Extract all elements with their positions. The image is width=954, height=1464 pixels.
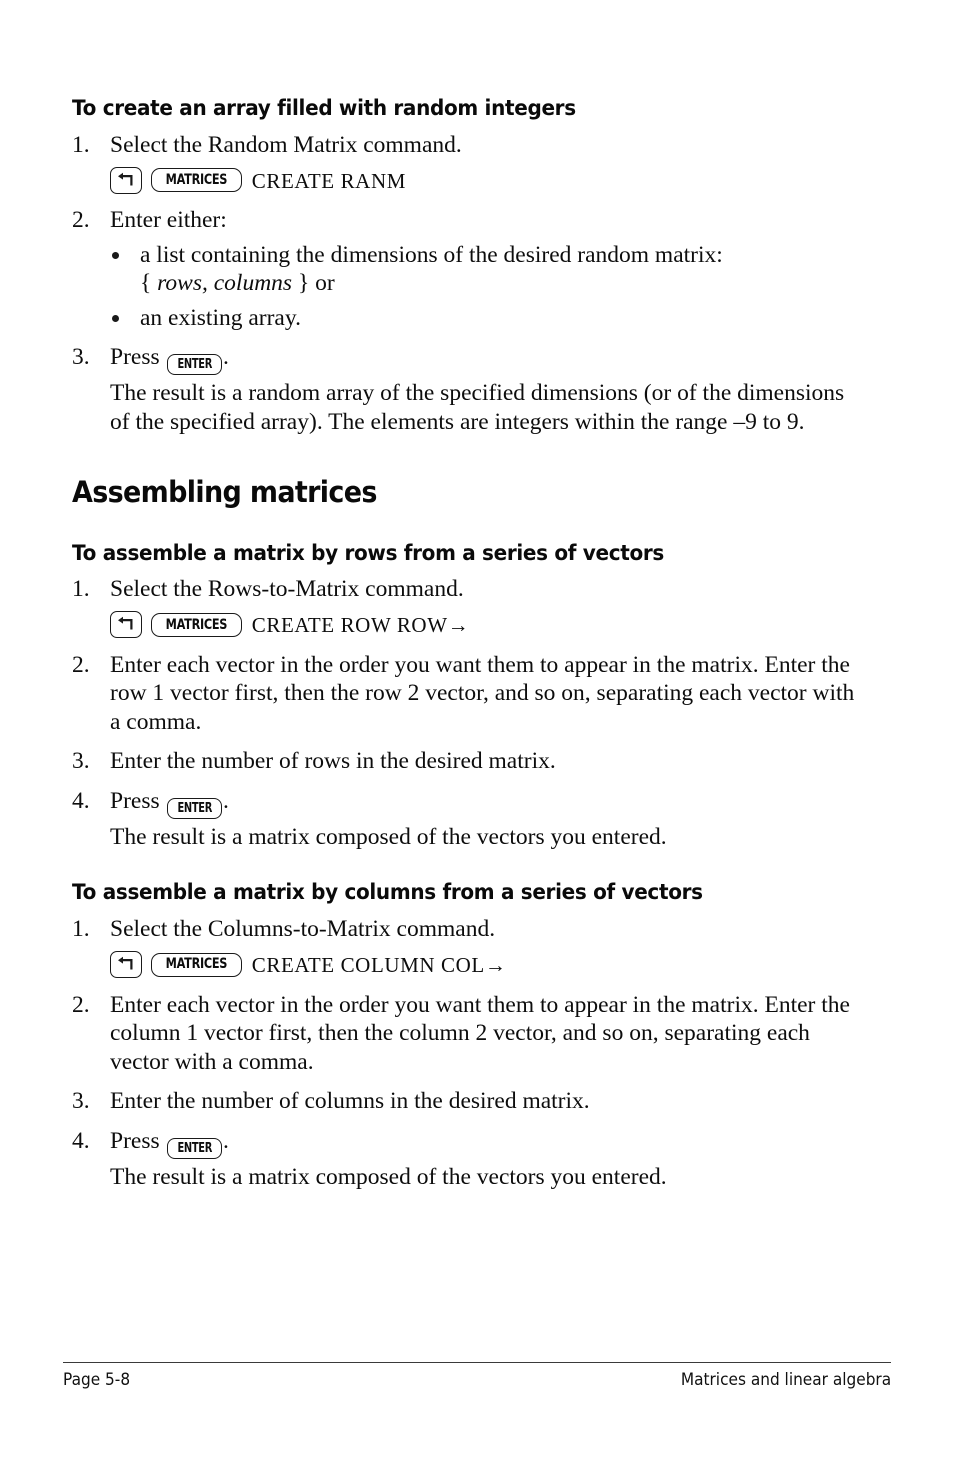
key-sequence-line: MATRICES CREATE COLUMN COL→ — [72, 950, 862, 980]
step-number: 1. — [72, 916, 90, 943]
press-suffix: . — [223, 1127, 229, 1154]
step-text: Enter either: — [110, 207, 227, 234]
steps-assemble-rows: 1. Select the Rows-to-Matrix command. MA… — [72, 575, 862, 851]
step-number: 1. — [72, 576, 90, 603]
page-footer: Page 5-8 Matrices and linear algebra — [63, 1370, 891, 1389]
step-number: 4. — [72, 787, 90, 814]
heading-create-random-integers: To create an array filled with random in… — [72, 96, 576, 121]
key-sequence-command: CREATE RANM — [251, 168, 406, 193]
step-number: 3. — [72, 344, 90, 371]
step-text: Select the Rows-to-Matrix command. — [110, 576, 464, 603]
keycap-label: ENTER — [176, 357, 212, 373]
step-item: 3. Enter the number of rows in the desir… — [72, 747, 862, 776]
press-prefix: Press — [110, 1127, 166, 1154]
list-item: a list containing the dimensions of the … — [72, 241, 862, 298]
step-item: 2. Enter each vector in the order you wa… — [72, 991, 862, 1077]
bullet-text-line2-suffix: } or — [292, 270, 335, 297]
bullet-icon — [112, 314, 119, 322]
footer-divider — [63, 1362, 891, 1363]
keycap-matrices: MATRICES — [151, 168, 242, 193]
bullet-text: an existing array. — [140, 304, 301, 331]
step-note: The result is a random array of the spec… — [110, 380, 845, 435]
step-note: The result is a matrix composed of the v… — [110, 823, 667, 850]
key-sequence-line: MATRICES CREATE RANM — [72, 165, 862, 195]
step-number: 2. — [72, 991, 90, 1018]
keycap-enter: ENTER — [166, 354, 223, 376]
step-item: 4. Press ENTER. — [72, 787, 862, 819]
key-sequence-command: CREATE ROW ROW→ — [251, 613, 470, 638]
keycap-enter: ENTER — [166, 797, 223, 819]
left-shift-arrow-icon — [110, 951, 142, 979]
keycap-label: MATRICES — [165, 956, 228, 973]
step-text: Select the Columns-to-Matrix command. — [110, 916, 496, 943]
keycap-enter: ENTER — [166, 1137, 223, 1159]
running-title: Matrices and linear algebra — [680, 1370, 891, 1389]
key-sequence-line: MATRICES CREATE ROW ROW→ — [72, 610, 862, 640]
step-number: 1. — [72, 131, 90, 158]
bullet-text: a list containing the dimensions of the … — [140, 241, 723, 268]
step-item: 3. Enter the number of columns in the de… — [72, 1087, 862, 1116]
left-arrow-glyph — [118, 172, 133, 186]
step-note: The result is a matrix composed of the v… — [110, 1163, 667, 1190]
list-item: an existing array. — [72, 304, 862, 333]
key-sequence-command: CREATE COLUMN COL→ — [251, 953, 507, 978]
press-prefix: Press — [110, 787, 166, 814]
step-text: Enter the number of rows in the desired … — [110, 748, 556, 775]
step-number: 3. — [72, 1088, 90, 1115]
page-number-label: Page 5-8 — [63, 1370, 131, 1389]
manual-page: To create an array filled with random in… — [0, 0, 954, 1464]
step-number: 2. — [72, 207, 90, 234]
steps-assemble-columns: 1. Select the Columns-to-Matrix command.… — [72, 915, 862, 1191]
bullet-icon — [112, 251, 119, 259]
bullet-text-line2-italic: rows, columns — [157, 270, 293, 297]
heading-assemble-by-columns: To assemble a matrix by columns from a s… — [72, 880, 703, 906]
step-item: 3. Press ENTER. — [72, 343, 862, 376]
left-arrow-glyph — [118, 617, 133, 630]
step-number: 2. — [72, 651, 90, 678]
press-prefix: Press — [110, 344, 166, 371]
step-text: Enter the number of columns in the desir… — [110, 1088, 590, 1115]
step-item: 1. Select the Random Matrix command. — [72, 131, 862, 160]
keycap-matrices: MATRICES — [151, 612, 242, 637]
step-item: 1. Select the Rows-to-Matrix command. — [72, 575, 862, 604]
keycap-label: ENTER — [176, 1140, 212, 1156]
left-shift-arrow-icon — [110, 611, 142, 639]
bullet-list-enter-either: a list containing the dimensions of the … — [72, 241, 862, 333]
step-text: Enter each vector in the order you want … — [110, 991, 850, 1075]
keycap-label: ENTER — [176, 800, 212, 816]
step-item: 4. Press ENTER. — [72, 1127, 862, 1159]
step-number: 4. — [72, 1127, 90, 1154]
keycap-label: MATRICES — [165, 616, 228, 633]
step-number: 3. — [72, 748, 90, 775]
heading-assembling-matrices: Assembling matrices — [72, 475, 377, 510]
left-arrow-glyph — [118, 957, 133, 970]
step-item: 1. Select the Columns-to-Matrix command. — [72, 915, 862, 944]
step-text: Select the Random Matrix command. — [110, 131, 462, 158]
step-item: 2. Enter either: — [72, 206, 862, 235]
steps-create-random: 1. Select the Random Matrix command. MAT… — [72, 131, 862, 437]
press-suffix: . — [223, 344, 229, 371]
press-suffix: . — [223, 787, 229, 814]
keycap-matrices: MATRICES — [151, 952, 242, 977]
bullet-text-line2-prefix: { — [140, 270, 158, 297]
keycap-label: MATRICES — [165, 172, 228, 189]
left-shift-arrow-icon — [110, 166, 142, 194]
heading-assemble-by-rows: To assemble a matrix by rows from a seri… — [72, 540, 665, 566]
step-text: Enter each vector in the order you want … — [110, 651, 855, 735]
step-item: 2. Enter each vector in the order you wa… — [72, 651, 862, 737]
page-content: To create an array filled with random in… — [72, 96, 862, 1191]
